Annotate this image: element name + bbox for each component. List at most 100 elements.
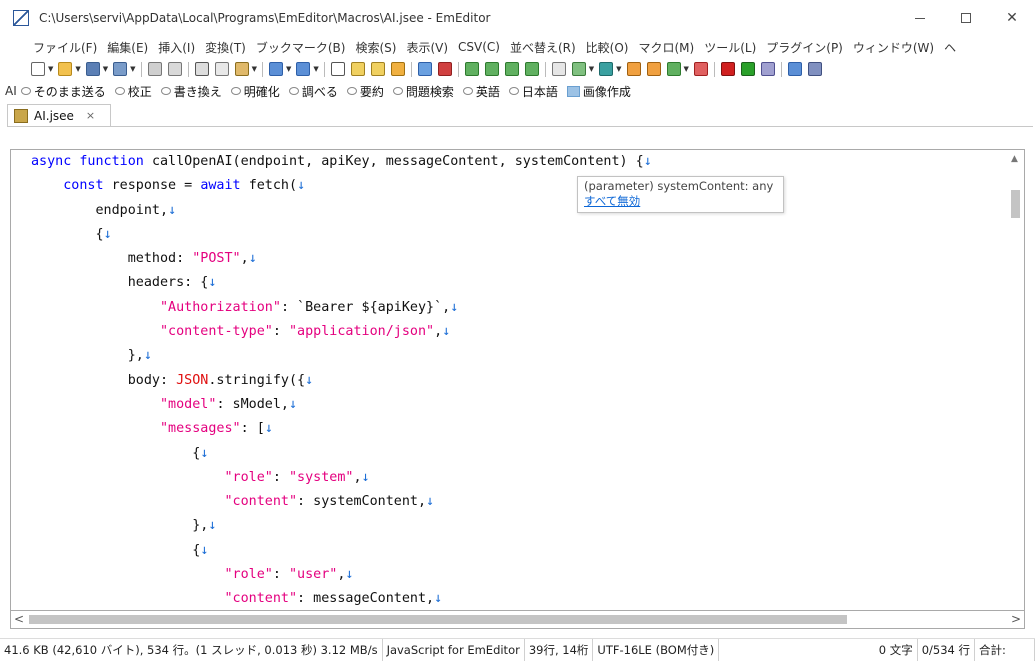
- line-number-icon[interactable]: [484, 62, 499, 76]
- menu-item[interactable]: 変換(T): [200, 39, 251, 56]
- column-icon[interactable]: [571, 62, 586, 76]
- horizontal-scrollbar[interactable]: < >: [10, 611, 1025, 629]
- status-cursor-position[interactable]: 39行, 14桁: [525, 639, 594, 661]
- dropdown-arrow-icon[interactable]: ▼: [75, 65, 80, 73]
- minimize-button[interactable]: [897, 0, 943, 36]
- macro-icon[interactable]: [626, 62, 641, 76]
- properties-icon[interactable]: [807, 62, 822, 76]
- outline-icon[interactable]: [693, 62, 708, 76]
- code-line[interactable]: {↓: [31, 223, 652, 247]
- save-icon[interactable]: [85, 62, 100, 76]
- dropdown-arrow-icon[interactable]: ▼: [286, 65, 291, 73]
- tab-close-icon[interactable]: ×: [86, 109, 95, 122]
- dropdown-arrow-icon[interactable]: ▼: [684, 65, 689, 73]
- code-line[interactable]: body: JSON.stringify({↓: [31, 369, 652, 393]
- ai-prompt-button[interactable]: 調べる: [288, 83, 338, 100]
- filter-icon[interactable]: [417, 62, 432, 76]
- code-line[interactable]: const response = await fetch(↓: [31, 174, 652, 198]
- code-line[interactable]: "role": "user",↓: [31, 563, 652, 587]
- ai-prompt-button[interactable]: 明確化: [230, 83, 280, 100]
- print-icon[interactable]: [147, 62, 162, 76]
- close-button[interactable]: ✕: [989, 0, 1035, 36]
- dropdown-arrow-icon[interactable]: ▼: [252, 65, 257, 73]
- open-file-icon[interactable]: [58, 62, 73, 76]
- ruler-icon[interactable]: [504, 62, 519, 76]
- find-next-icon[interactable]: [350, 62, 365, 76]
- menu-item[interactable]: 挿入(I): [153, 39, 200, 56]
- paste-icon[interactable]: [234, 62, 249, 76]
- code-line[interactable]: "content-type": "application/json",↓: [31, 320, 652, 344]
- cut-icon[interactable]: [194, 62, 209, 76]
- find-icon[interactable]: [330, 62, 345, 76]
- macro-settings-icon[interactable]: [760, 62, 775, 76]
- ai-prompt-button[interactable]: 書き換え: [160, 83, 222, 100]
- record-icon[interactable]: [720, 62, 735, 76]
- menu-item[interactable]: ヘ: [939, 39, 961, 56]
- code-line[interactable]: "content": messageContent,↓: [31, 587, 652, 610]
- ai-prompt-button[interactable]: そのまま送る: [20, 83, 106, 100]
- menu-item[interactable]: 並べ替え(R): [505, 39, 581, 56]
- maximize-button[interactable]: [943, 0, 989, 36]
- new-file-icon[interactable]: [31, 62, 45, 76]
- vertical-scrollbar[interactable]: ▲: [1007, 150, 1024, 610]
- split-icon[interactable]: [787, 62, 802, 76]
- wrap-icon[interactable]: [464, 62, 479, 76]
- abc-icon[interactable]: [551, 62, 566, 76]
- code-line[interactable]: method: "POST",↓: [31, 247, 652, 271]
- ai-prompt-button[interactable]: 問題検索: [392, 83, 454, 100]
- mark-icon[interactable]: [524, 62, 539, 76]
- code-line[interactable]: "Authorization": `Bearer ${apiKey}`,↓: [31, 296, 652, 320]
- plugin-icon[interactable]: [646, 62, 661, 76]
- status-language[interactable]: JavaScript for EmEditor: [383, 639, 525, 661]
- copy-icon[interactable]: [214, 62, 229, 76]
- menu-item[interactable]: マクロ(M): [633, 39, 699, 56]
- ai-prompt-button[interactable]: 日本語: [508, 83, 558, 100]
- scroll-up-icon[interactable]: ▲: [1011, 154, 1018, 164]
- dropdown-arrow-icon[interactable]: ▼: [48, 65, 53, 73]
- menu-item[interactable]: ブックマーク(B): [251, 39, 351, 56]
- menu-item[interactable]: ツール(L): [699, 39, 761, 56]
- csv-icon[interactable]: [599, 62, 614, 76]
- vertical-scroll-thumb[interactable]: [1011, 190, 1020, 218]
- run-macro-icon[interactable]: [740, 62, 755, 76]
- horizontal-scroll-thumb[interactable]: [29, 615, 847, 624]
- ai-prompt-button[interactable]: 校正: [114, 83, 152, 100]
- undo-icon[interactable]: [268, 62, 283, 76]
- print-preview-icon[interactable]: [167, 62, 182, 76]
- menu-item[interactable]: 表示(V): [401, 39, 453, 56]
- redo-icon[interactable]: [296, 62, 311, 76]
- code-line[interactable]: "content": systemContent,↓: [31, 490, 652, 514]
- find-prev-icon[interactable]: [370, 62, 385, 76]
- code-line[interactable]: endpoint,↓: [31, 199, 652, 223]
- ai-prompt-button[interactable]: 英語: [462, 83, 500, 100]
- menu-item[interactable]: 比較(O): [581, 39, 634, 56]
- funnel-icon[interactable]: [437, 62, 452, 76]
- scroll-left-icon[interactable]: <: [14, 612, 24, 626]
- save-all-icon[interactable]: [113, 62, 128, 76]
- code-line[interactable]: {↓: [31, 539, 652, 563]
- menu-item[interactable]: プラグイン(P): [761, 39, 848, 56]
- menu-item[interactable]: ファイル(F): [28, 39, 102, 56]
- dropdown-arrow-icon[interactable]: ▼: [130, 65, 135, 73]
- code-line[interactable]: headers: {↓: [31, 271, 652, 295]
- code-text[interactable]: async function callOpenAI(endpoint, apiK…: [31, 150, 652, 610]
- find-in-files-icon[interactable]: [390, 62, 405, 76]
- code-line[interactable]: "role": "system",↓: [31, 466, 652, 490]
- dropdown-arrow-icon[interactable]: ▼: [616, 65, 621, 73]
- dropdown-arrow-icon[interactable]: ▼: [103, 65, 108, 73]
- sort-icon[interactable]: [666, 62, 681, 76]
- status-encoding[interactable]: UTF-16LE (BOM付き): [593, 639, 720, 661]
- code-line[interactable]: },↓: [31, 344, 652, 368]
- create-image-button[interactable]: 画像作成: [566, 83, 631, 100]
- code-line[interactable]: async function callOpenAI(endpoint, apiK…: [31, 150, 652, 174]
- dropdown-arrow-icon[interactable]: ▼: [589, 65, 594, 73]
- scroll-right-icon[interactable]: >: [1011, 612, 1021, 626]
- menu-item[interactable]: CSV(C): [453, 40, 505, 54]
- menu-item[interactable]: 編集(E): [102, 39, 153, 56]
- code-line[interactable]: {↓: [31, 442, 652, 466]
- disable-all-link[interactable]: すべて無効: [584, 193, 777, 209]
- code-line[interactable]: "messages": [↓: [31, 417, 652, 441]
- menu-item[interactable]: ウィンドウ(W): [848, 39, 939, 56]
- code-editor[interactable]: async function callOpenAI(endpoint, apiK…: [10, 149, 1025, 611]
- dropdown-arrow-icon[interactable]: ▼: [313, 65, 318, 73]
